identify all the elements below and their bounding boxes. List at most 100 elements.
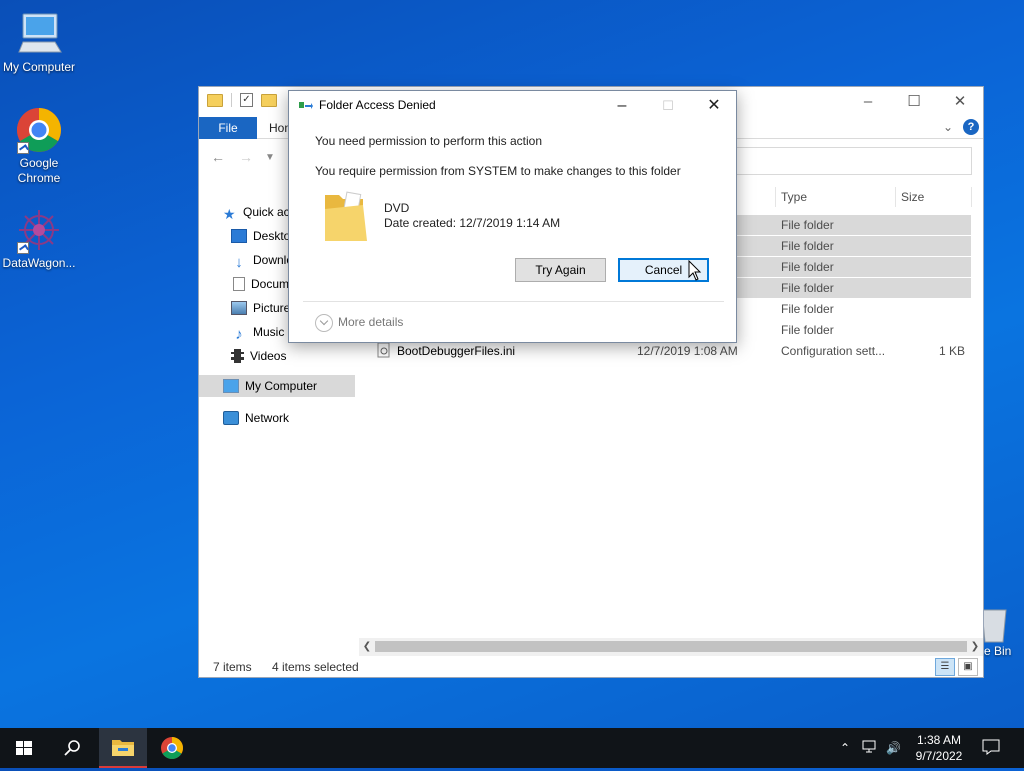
folder-large-icon [323, 187, 369, 246]
film-icon [231, 349, 244, 363]
network-status-icon[interactable] [862, 728, 880, 768]
desktop-icon-datawagon[interactable]: DataWagon... [0, 206, 78, 271]
close-button[interactable]: ✕ [937, 87, 983, 117]
scroll-left-arrow-icon[interactable]: ❮ [359, 638, 375, 656]
nav-network[interactable]: Network [223, 407, 289, 429]
chevron-down-icon [315, 313, 333, 332]
desktop-icon-my-computer[interactable]: My Computer [0, 10, 78, 75]
taskbar-clock[interactable]: 1:38 AM 9/7/2022 [904, 732, 974, 764]
forward-arrow-icon[interactable]: → [239, 149, 253, 165]
details-view-icon[interactable]: ☰ [935, 658, 955, 676]
folder-date-created: Date created: 12/7/2019 1:14 AM [384, 216, 561, 230]
recent-chevron-icon[interactable]: ▼ [265, 152, 275, 163]
table-row[interactable]: File folder [735, 299, 971, 319]
dialog-close-button[interactable]: ✕ [691, 91, 737, 121]
ribbon-right-controls: ⌄ ? [943, 119, 979, 135]
quick-access-toolbar: ✓ [207, 93, 277, 107]
nav-desktop[interactable]: Deskto [231, 225, 290, 247]
desktop-icon [231, 229, 247, 243]
dialog-message-primary: You need permission to perform this acti… [315, 134, 543, 148]
large-icons-view-icon[interactable]: ▣ [958, 658, 978, 676]
chevron-down-icon[interactable]: ⌄ [943, 120, 953, 134]
ini-file-icon [377, 341, 391, 361]
download-arrow-icon: ↓ [235, 254, 243, 271]
help-icon[interactable]: ? [963, 119, 979, 135]
file-explorer-icon [112, 740, 134, 756]
file-date: 12/7/2019 1:08 AM [637, 344, 738, 358]
table-row[interactable]: File folder [735, 215, 971, 235]
folder-icon[interactable] [207, 93, 223, 107]
computer-icon [15, 10, 63, 58]
folder-name: DVD [384, 201, 410, 215]
search-icon [64, 740, 80, 756]
new-folder-icon[interactable] [261, 93, 277, 107]
dialog-title: Folder Access Denied [319, 98, 436, 112]
table-row[interactable]: File folder [735, 257, 971, 277]
chrome-icon [161, 737, 183, 759]
show-hidden-icons-chevron-icon[interactable]: ⌃ [840, 728, 850, 768]
table-row[interactable]: File folder [735, 320, 971, 340]
folder-access-denied-dialog[interactable]: Folder Access Denied – ☐ ✕ You need perm… [288, 90, 737, 343]
table-row[interactable]: File folder [735, 236, 971, 256]
music-note-icon: ♪ [235, 326, 243, 343]
status-bar: 7 items 4 items selected ☰ ▣ [199, 657, 983, 677]
separator [231, 93, 232, 107]
mouse-cursor-icon [688, 259, 702, 285]
chrome-icon [15, 106, 63, 154]
taskbar-chrome[interactable] [148, 728, 196, 768]
shortcut-arrow-icon [17, 242, 29, 254]
clock-date: 9/7/2022 [915, 749, 963, 763]
column-separator[interactable] [775, 187, 776, 207]
windows-logo-icon [16, 741, 32, 755]
pictures-icon [231, 301, 247, 315]
start-button[interactable] [0, 728, 48, 768]
file-name: BootDebuggerFiles.ini [397, 344, 516, 358]
desktop-icon-google-chrome[interactable]: Google Chrome [0, 106, 78, 186]
taskbar: ⌃ 🔊 1:38 AM 9/7/2022 [0, 728, 1024, 768]
dialog-footer-divider [303, 301, 724, 302]
desktop-icon-label: Google Chrome [17, 156, 61, 185]
horizontal-scrollbar[interactable]: ❮ ❯ [359, 638, 983, 656]
status-selected-count: 4 items selected [272, 660, 359, 674]
more-details-toggle[interactable]: More details [315, 313, 403, 332]
clock-time: 1:38 AM [916, 733, 962, 747]
desktop-icon-label: My Computer [2, 60, 76, 74]
nav-my-computer[interactable]: My Computer [199, 375, 355, 397]
network-icon [223, 411, 239, 425]
datawagon-icon [15, 206, 63, 254]
computer-icon [223, 379, 239, 393]
scroll-right-arrow-icon[interactable]: ❯ [967, 638, 983, 656]
nav-pictures[interactable]: Picture [231, 297, 290, 319]
back-arrow-icon[interactable]: ← [211, 149, 225, 165]
tab-file[interactable]: File [199, 117, 257, 139]
nav-documents[interactable]: Docum [231, 273, 289, 295]
nav-quick-access[interactable]: ★ Quick ac [223, 201, 290, 223]
column-header-size[interactable]: Size [901, 187, 924, 207]
shortcut-arrow-icon [17, 142, 29, 154]
scrollbar-thumb[interactable] [375, 641, 967, 652]
search-button[interactable] [48, 728, 96, 768]
nav-downloads[interactable]: ↓ Downlo [231, 249, 293, 271]
status-item-count: 7 items [213, 660, 252, 674]
notifications-icon[interactable] [982, 728, 1000, 768]
file-size: 1 KB [939, 344, 966, 358]
desktop-icon-label: DataWagon... [2, 256, 76, 270]
dialog-minimize-button[interactable]: – [599, 91, 645, 121]
table-row[interactable]: File folder [735, 278, 971, 298]
dialog-message-secondary: You require permission from SYSTEM to ma… [315, 164, 681, 178]
properties-check-icon[interactable]: ✓ [240, 93, 253, 107]
column-separator[interactable] [895, 187, 896, 207]
nav-videos[interactable]: Videos [231, 345, 286, 367]
dialog-maximize-button: ☐ [662, 98, 674, 113]
taskbar-file-explorer[interactable] [99, 728, 147, 768]
nav-music[interactable]: ♪ Music [231, 321, 284, 343]
maximize-button[interactable]: ☐ [891, 87, 937, 117]
document-icon [233, 277, 245, 291]
volume-icon[interactable]: 🔊 [886, 728, 901, 768]
file-type: Configuration sett... [781, 344, 886, 358]
minimize-button[interactable]: – [845, 87, 891, 117]
search-box[interactable] [734, 147, 972, 175]
try-again-button[interactable]: Try Again [515, 258, 606, 282]
column-separator[interactable] [971, 187, 972, 207]
column-header-type[interactable]: Type [781, 187, 807, 207]
